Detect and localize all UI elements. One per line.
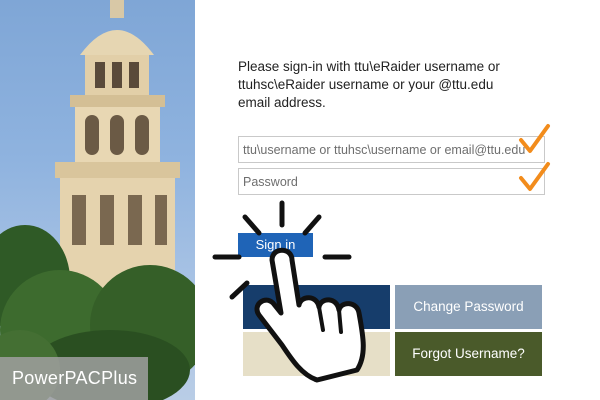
checkmark-icon [519, 162, 550, 191]
forgot-password-button[interactable]: Forgot Pa [243, 332, 390, 376]
sign-in-button[interactable]: Sign in [238, 233, 313, 257]
checkmark-icon [519, 124, 550, 153]
username-input[interactable] [238, 136, 545, 163]
login-form: Please sign-in with ttu\eRaider username… [195, 0, 600, 400]
campus-photo: PowerPACPlus [0, 0, 195, 400]
change-password-button[interactable]: Change Password [395, 285, 542, 329]
powerpacplus-brand: PowerPACPlus [0, 357, 148, 400]
search-tile-button[interactable]: Se [243, 285, 390, 329]
forgot-username-button[interactable]: Forgot Username? [395, 332, 542, 376]
password-input[interactable] [238, 168, 545, 195]
login-instructions: Please sign-in with ttu\eRaider username… [238, 59, 500, 110]
